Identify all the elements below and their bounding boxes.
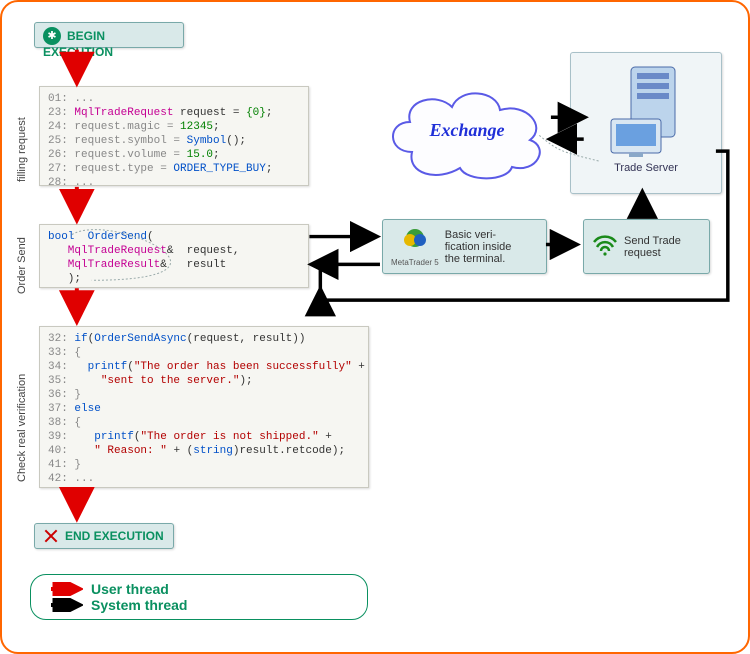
legend-system-thread: System thread bbox=[49, 597, 349, 613]
wifi-icon bbox=[592, 234, 618, 259]
exchange-cloud: Exchange bbox=[382, 82, 552, 182]
end-label: END EXECUTION bbox=[65, 529, 164, 543]
server-icon bbox=[601, 59, 691, 159]
metatrader5-icon: MetaTrader 5 bbox=[391, 226, 439, 267]
trade-server-label: Trade Server bbox=[571, 162, 721, 174]
exchange-label: Exchange bbox=[382, 120, 552, 141]
code-ordersend: bool OrderSend( MqlTradeRequest& request… bbox=[39, 224, 309, 288]
end-execution-node: END EXECUTION bbox=[34, 523, 174, 549]
metatrader5-label: MetaTrader 5 bbox=[391, 258, 439, 267]
legend: User thread System thread bbox=[30, 574, 368, 620]
label-order-send: Order Send bbox=[16, 224, 28, 294]
basic-verification-text: Basic veri- fication inside the terminal… bbox=[445, 229, 512, 265]
code-check-verification: 32: if(OrderSendAsync(request, result)) … bbox=[39, 326, 369, 488]
diagram-canvas: filling request Order Send Check real ve… bbox=[0, 0, 750, 654]
send-trade-text: Send Trade request bbox=[624, 235, 681, 259]
legend-user-label: User thread bbox=[91, 581, 169, 597]
legend-system-label: System thread bbox=[91, 597, 187, 613]
code-filling-request: 01: ... 23: MqlTradeRequest request = {0… bbox=[39, 86, 309, 186]
begin-execution-node: ✱BEGIN EXECUTION bbox=[34, 22, 184, 48]
label-filling-request: filling request bbox=[16, 102, 28, 182]
close-icon bbox=[43, 528, 59, 544]
label-check-verification: Check real verification bbox=[16, 332, 28, 482]
basic-verification-node: MetaTrader 5 Basic veri- fication inside… bbox=[382, 219, 547, 274]
gear-icon: ✱ bbox=[43, 27, 61, 45]
legend-user-thread: User thread bbox=[49, 581, 349, 597]
send-trade-request-node: Send Trade request bbox=[583, 219, 710, 274]
trade-server-node: Trade Server bbox=[570, 52, 722, 194]
